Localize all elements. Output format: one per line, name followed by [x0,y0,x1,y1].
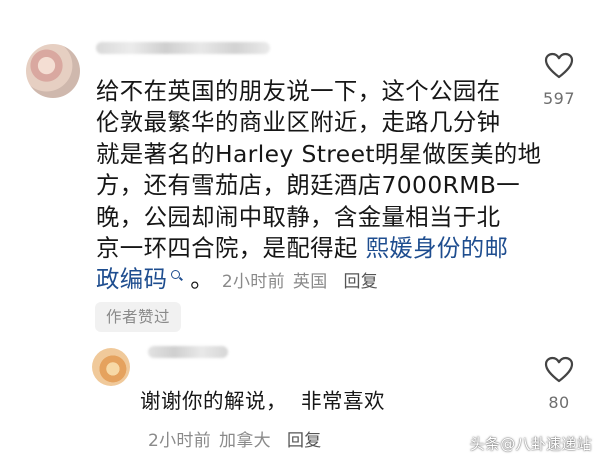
search-icon[interactable] [171,270,182,281]
commenter-avatar[interactable] [26,44,80,98]
replier-name-blurred[interactable] [148,346,228,358]
comment-text: 给不在英国的朋友说一下，这个公园在 伦敦最繁华的商业区附近，走路几分钟 就是著名… [96,76,542,299]
comment-line-with-link: 京一环四合院，是配得起 熙媛身份的邮 [96,233,516,264]
author-liked-badge: 作者赞过 [95,302,182,332]
like-button[interactable]: 597 [539,52,579,108]
comment-period: 。 [190,265,215,294]
heart-outline-icon[interactable] [544,356,574,383]
comment-last-line: 政编码 。 2小时前 英国 回复 [96,264,516,298]
comment-line: 京一环四合院，是配得起 [96,234,358,263]
reply-button[interactable]: 回复 [344,272,379,292]
reply-text-part: 非常喜欢 [301,389,385,413]
comment-time: 2小时前 [221,272,285,293]
replier-avatar[interactable] [92,348,130,386]
reply-time: 2小时前 [148,431,212,451]
reply-text-part: 谢谢你的解说， [140,389,287,413]
watermark: 头条@八卦速递站 [469,435,592,453]
heart-outline-icon[interactable] [544,52,574,79]
search-link-cont[interactable]: 政编码 [96,265,167,293]
reply-location: 加拿大 [219,431,271,451]
comment-line: 就是著名的Harley Street明星做医美的地 [96,139,542,168]
like-button[interactable]: 80 [539,356,579,412]
comment-line: 伦敦最繁华的商业区附近，走路几分钟 [96,108,501,137]
reply-meta: 2小时前 加拿大 回复 [148,426,322,451]
reply-text: 谢谢你的解说， 非常喜欢 [140,384,385,414]
commenter-name-blurred[interactable] [96,42,270,54]
reply-button[interactable]: 回复 [287,431,322,451]
comment-line: 给不在英国的朋友说一下，这个公园在 [96,77,501,105]
comment-line: 方，还有雪茄店，朗廷酒店7000RMB一 [96,171,521,200]
comment-meta: 2小时前 英国 回复 [222,272,378,292]
like-count: 80 [548,393,570,412]
comment-location: 英国 [292,272,328,293]
comment-line: 晚，公园却闹中取静，含金量相当于北 [96,202,501,231]
search-link[interactable]: 熙媛身份的邮 [366,234,509,262]
like-count: 597 [542,89,576,108]
